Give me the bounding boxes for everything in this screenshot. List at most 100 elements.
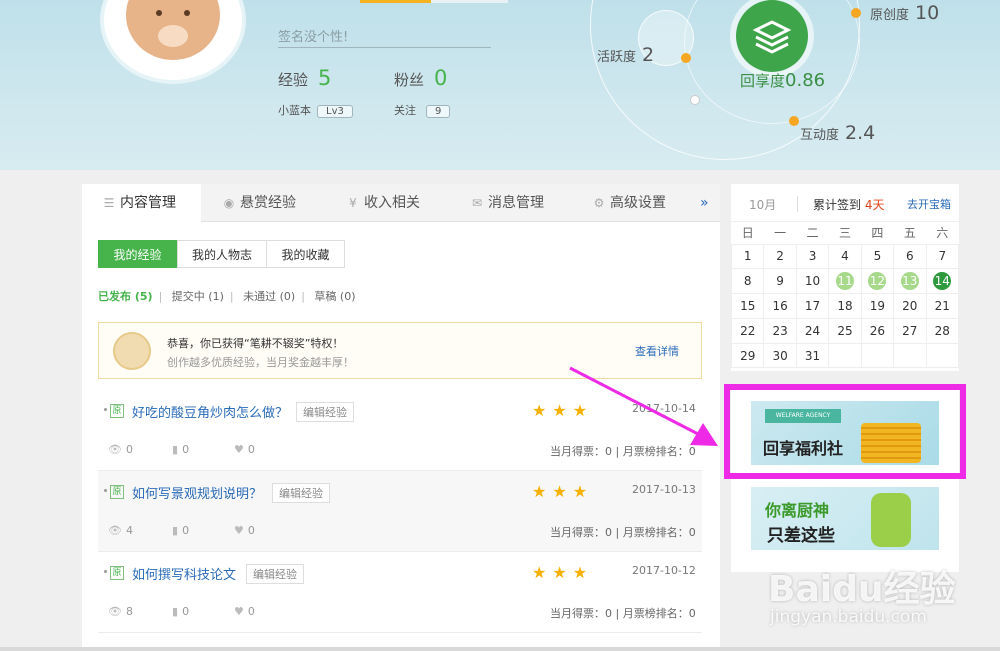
edition-level: 小蓝本 Lv3 (278, 102, 353, 118)
article-title[interactable]: 如何写景观规划说明？ (132, 483, 262, 502)
calendar-day[interactable]: 8 (730, 268, 765, 295)
calendar-day[interactable]: 16 (763, 293, 797, 319)
signin-count: 累计签到 4天 (813, 196, 884, 213)
rating-stars: ★★★ (532, 482, 594, 501)
monthly-votes: 当月得票：0 | 月票榜排名：0 (550, 445, 696, 458)
tabs-more-chevron-icon[interactable]: » (700, 184, 709, 222)
calendar-day[interactable]: 6 (893, 243, 927, 270)
tab-content-management[interactable]: ☰ 内容管理 (82, 184, 201, 223)
subtab-my-favorites[interactable]: 我的收藏 (266, 240, 345, 268)
article-row: 原 如何写景观规划说明？ 编辑经验 ★★★ 2017-10-13 👁 4 ▮ 0 ♥… (98, 471, 702, 552)
tab-label: 收入相关 (364, 195, 420, 211)
calendar-day[interactable]: 31 (795, 342, 830, 369)
tab-bounty[interactable]: ◉ 悬赏经验 (222, 184, 296, 222)
likes-value: 0 (247, 605, 255, 618)
bullet-icon (104, 570, 107, 573)
calendar-weeks: 1 2 3 4 5 6 7 8 9 10 11 12 13 14 15 16 17 18 19 20 21 22 23 24 2… (730, 243, 960, 369)
originality-label: 原创度 (870, 8, 910, 23)
highlight-box (724, 384, 966, 479)
content-panel: ☰ 内容管理 ◉ 悬赏经验 ¥ 收入相关 ✉ 消息管理 ⚙ 高级设置 » 我的经验 我的人… (82, 184, 720, 651)
notice-title: 恭喜，你已获得“笔耕不辍奖”特权！ (167, 337, 344, 350)
heart-icon: ♥ (234, 605, 244, 618)
calendar-day[interactable]: 29 (730, 342, 765, 369)
filter-submitting[interactable]: 提交中 (1) (172, 290, 224, 303)
tab-label: 内容管理 (120, 195, 176, 211)
article-title[interactable]: 好吃的酸豆角炒肉怎么做？ (132, 402, 288, 421)
calendar-day-number: 8 (743, 274, 752, 289)
weekday-label: 二 (806, 226, 819, 241)
calendar-day[interactable]: 14 (925, 268, 960, 295)
filter-separator: | (158, 290, 163, 303)
calendar-day[interactable]: 23 (763, 317, 797, 344)
calendar-day[interactable]: 10 (795, 268, 830, 295)
calendar-day-number (933, 345, 951, 363)
likes-value: 0 (247, 524, 255, 537)
filter-separator: | (301, 290, 305, 303)
filter-label: 草稿 (314, 290, 337, 303)
calendar-day[interactable]: 22 (730, 317, 765, 344)
calendar-day-number (901, 345, 919, 363)
calendar-day-number: 24 (804, 323, 821, 338)
avatar[interactable] (104, 0, 242, 80)
calendar-day-number: 17 (804, 298, 821, 313)
avatar-face (126, 0, 220, 60)
open-treasure-box-link[interactable]: 去开宝箱 (907, 196, 951, 212)
calendar-day-number: 31 (804, 348, 821, 363)
filter-draft[interactable]: 草稿 (0) (314, 290, 355, 303)
calendar-day[interactable]: 19 (860, 293, 895, 319)
ad-line2: 只差这些 (767, 526, 835, 546)
calendar-day-number: 15 (740, 298, 756, 313)
filter-rejected[interactable]: 未通过 (0) (243, 290, 295, 303)
follow-stat[interactable]: 关注 9 (394, 102, 451, 118)
article-date: 2017-10-12 (632, 564, 696, 577)
edit-article-button[interactable]: 编辑经验 (246, 564, 304, 584)
chef-ad-banner[interactable]: 你离厨神 只差这些 (751, 487, 939, 550)
calendar-day[interactable]: 20 (893, 293, 927, 319)
calendar-day[interactable]: 18 (828, 293, 862, 319)
calendar-day[interactable]: 9 (763, 268, 797, 295)
calendar-day[interactable]: 30 (763, 342, 797, 369)
share-label: 回享度 (740, 72, 786, 90)
likes-count: ♥ 0 (234, 605, 255, 618)
filter-count: (1) (208, 290, 224, 303)
fans-label: 粉丝 (394, 71, 425, 89)
calendar-day[interactable]: 4 (828, 243, 862, 270)
bar-chart-icon: ▮ (172, 443, 179, 456)
article-title[interactable]: 如何撰写科技论文 (132, 564, 236, 583)
calendar-day[interactable]: 17 (795, 293, 830, 319)
article-date: 2017-10-13 (632, 483, 696, 496)
calendar-day-number: 19 (869, 298, 886, 313)
calendar-day[interactable]: 5 (860, 243, 895, 270)
calendar-day[interactable]: 25 (828, 317, 862, 344)
calendar-day (893, 342, 927, 369)
calendar-day[interactable]: 13 (893, 268, 927, 295)
calendar-day[interactable]: 27 (893, 317, 927, 344)
calendar-day[interactable]: 28 (925, 317, 960, 344)
tab-income[interactable]: ¥ 收入相关 (346, 184, 420, 222)
calendar-day[interactable]: 15 (730, 293, 765, 319)
tab-messages[interactable]: ✉ 消息管理 (470, 184, 544, 222)
exp-stat: 经验 5 (278, 66, 331, 90)
subtab-my-profiles[interactable]: 我的人物志 (177, 240, 267, 268)
signin-days: 4天 (864, 198, 885, 212)
calendar-day[interactable]: 7 (925, 243, 960, 270)
edit-article-button[interactable]: 编辑经验 (296, 402, 354, 422)
calendar-day[interactable]: 12 (860, 268, 895, 295)
calendar-day[interactable]: 11 (828, 268, 862, 295)
signature-field[interactable]: 签名没个性! (278, 26, 491, 48)
calendar-day[interactable]: 21 (925, 293, 960, 319)
calendar-day[interactable]: 26 (860, 317, 895, 344)
calendar-day[interactable]: 3 (795, 243, 830, 270)
view-details-link[interactable]: 查看详情 (635, 343, 679, 359)
notice-subtitle: 创作越多优质经验，当月奖金越丰厚！ (167, 356, 354, 369)
yen-icon: ¥ (349, 196, 357, 210)
calendar-day[interactable]: 1 (730, 243, 765, 270)
edit-article-button[interactable]: 编辑经验 (272, 483, 330, 503)
filter-published[interactable]: 已发布 (5) (98, 290, 153, 303)
subtab-my-experience[interactable]: 我的经验 (98, 240, 177, 268)
tab-advanced-settings[interactable]: ⚙ 高级设置 (592, 184, 666, 222)
calendar-day[interactable]: 2 (763, 243, 797, 270)
calendar-day[interactable]: 24 (795, 317, 830, 344)
calendar-day-number: 23 (772, 323, 788, 338)
calendar-day-number: 1 (743, 249, 752, 264)
